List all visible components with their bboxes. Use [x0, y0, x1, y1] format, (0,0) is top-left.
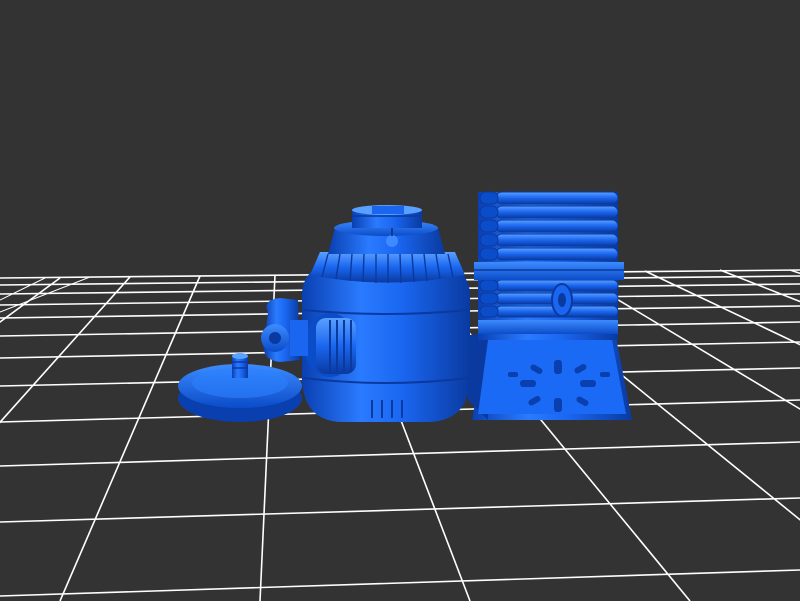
3d-viewport[interactable] — [0, 0, 800, 601]
flat-disc-cap[interactable] — [178, 353, 302, 422]
scene — [0, 191, 800, 601]
ribbed-cylinder-on-base[interactable] — [468, 191, 632, 420]
